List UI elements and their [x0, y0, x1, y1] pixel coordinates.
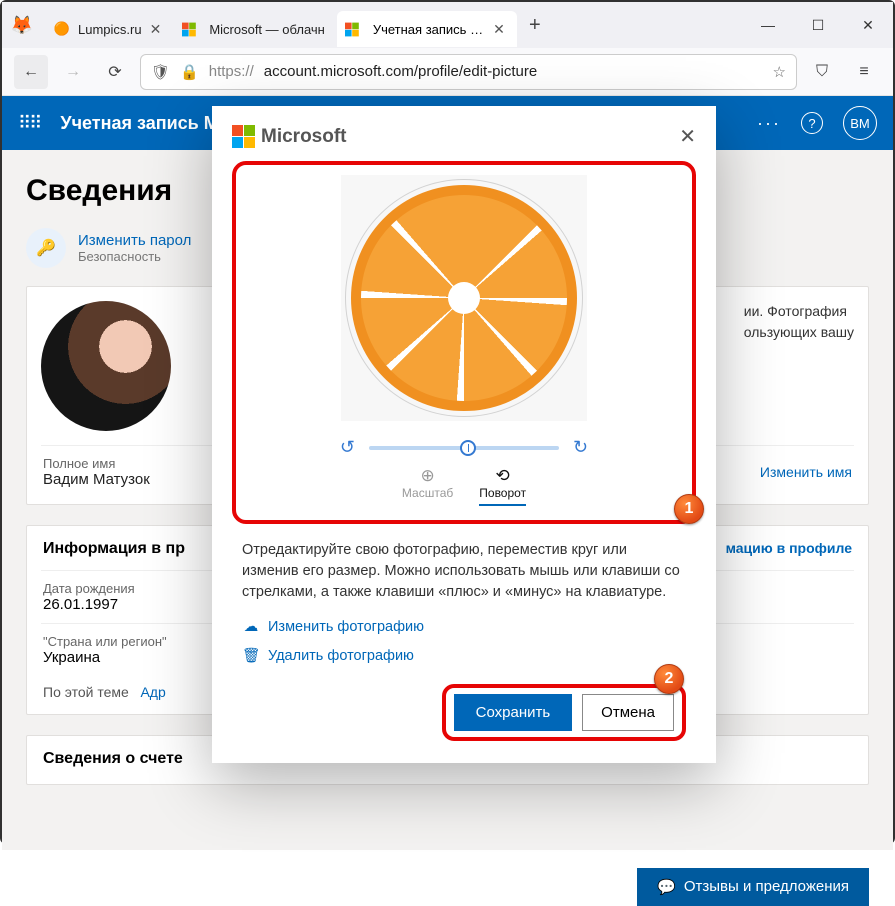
change-password-link[interactable]: Изменить парол [78, 232, 191, 249]
feedback-button[interactable]: 💬 Отзывы и предложения [637, 868, 869, 906]
url-scheme: https:// [209, 63, 254, 80]
callout-marker-1: 1 [674, 494, 704, 524]
window-titlebar: 🦊 🟠 Lumpics.ru ✕ Microsoft — облачн Учет… [2, 2, 893, 48]
favicon-ms [185, 21, 201, 37]
help-icon[interactable]: ? [801, 112, 823, 134]
feedback-label: Отзывы и предложения [684, 878, 849, 896]
close-icon[interactable]: ✕ [150, 21, 162, 38]
crop-circle-handle[interactable] [345, 179, 583, 417]
shield-icon[interactable]: 🛡 [151, 63, 170, 81]
tab-zoom[interactable]: ⊕ Масштаб [402, 466, 453, 500]
forward-button: → [56, 55, 90, 89]
photo-hint: ользующих вашу [744, 322, 854, 343]
tab-account[interactable]: Учетная запись Май ✕ [337, 11, 517, 47]
account-avatar[interactable]: ВМ [843, 106, 877, 140]
app-launcher-icon[interactable]: ⠿⠿ [18, 113, 40, 134]
tab-label: Lumpics.ru [78, 22, 142, 37]
address-bar[interactable]: 🛡 🔒 https:// account.microsoft.com/profil… [140, 54, 797, 90]
firefox-menu-button[interactable]: 🦊 [2, 15, 42, 36]
full-name-value: Вадим Матузок [43, 471, 150, 488]
section-title: Информация в пр [43, 540, 185, 558]
rotate-left-icon[interactable]: ↺ [340, 437, 355, 458]
related-link[interactable]: Адр [140, 684, 165, 700]
zoom-icon: ⊕ [402, 466, 453, 486]
back-button[interactable]: ← [14, 55, 48, 89]
change-photo-link[interactable]: ☁ Изменить фотографию [212, 613, 716, 641]
overflow-menu[interactable]: ··· [757, 113, 781, 134]
trash-icon: 🗑 [242, 647, 260, 664]
app-menu-button[interactable]: ≡ [847, 55, 881, 89]
favicon-lumpics: 🟠 [54, 21, 70, 37]
microsoft-logo-icon [232, 125, 255, 148]
pocket-icon[interactable]: ⛉ [805, 55, 839, 89]
profile-photo[interactable] [41, 301, 171, 431]
change-photo-label: Изменить фотографию [268, 619, 424, 635]
key-icon: 🔑 [26, 228, 66, 268]
instructions-text: Отредактируйте свою фотографию, перемест… [212, 534, 716, 613]
close-icon[interactable]: ✕ [493, 21, 505, 38]
tab-rotate-label: Поворот [479, 486, 526, 500]
edit-profile-link[interactable]: мацию в профиле [726, 540, 852, 558]
section-title: Сведения о счете [43, 750, 183, 768]
cloud-upload-icon: ☁ [242, 619, 260, 635]
edit-name-link[interactable]: Изменить имя [760, 464, 852, 480]
bookmark-icon[interactable]: ☆ [773, 63, 786, 81]
chat-icon: 💬 [657, 878, 676, 896]
toolbar: ← → ⟳ 🛡 🔒 https:// account.microsoft.com/… [2, 48, 893, 96]
delete-photo-link[interactable]: 🗑 Удалить фотографию [212, 641, 716, 670]
photo-hint: ии. Фотография [744, 301, 854, 322]
annotation-box-1: ↺ ↻ ⊕ Масштаб ⟲ Поворот 1 [232, 161, 696, 524]
tab-microsoft-cloud[interactable]: Microsoft — облачн [173, 11, 337, 47]
rotate-right-icon[interactable]: ↻ [573, 437, 588, 458]
related-label: По этой теме [43, 684, 129, 700]
cancel-button[interactable]: Отмена [582, 694, 674, 731]
microsoft-brand: Microsoft [261, 126, 347, 148]
reload-button[interactable]: ⟳ [98, 55, 132, 89]
close-window-button[interactable]: ✕ [843, 17, 893, 34]
tab-zoom-label: Масштаб [402, 486, 453, 500]
save-button[interactable]: Сохранить [454, 694, 573, 731]
security-caption: Безопасность [78, 249, 191, 264]
close-dialog-button[interactable]: ✕ [679, 124, 696, 149]
header-title: Учетная запись М [60, 113, 218, 134]
delete-photo-label: Удалить фотографию [268, 648, 414, 664]
rotate-icon: ⟲ [479, 466, 526, 486]
photo-crop-area[interactable] [341, 175, 587, 421]
tab-rotate[interactable]: ⟲ Поворот [479, 466, 526, 506]
tab-lumpics[interactable]: 🟠 Lumpics.ru ✕ [42, 11, 173, 47]
tab-label: Учетная запись Май [373, 22, 485, 37]
url-text: account.microsoft.com/profile/edit-pictu… [264, 63, 537, 80]
full-name-label: Полное имя [43, 456, 150, 471]
edit-photo-dialog: Microsoft ✕ ↺ ↻ ⊕ Масштаб ⟲ Поворот 1 От… [212, 106, 716, 763]
slider-thumb[interactable] [460, 440, 476, 456]
callout-marker-2: 2 [654, 664, 684, 694]
lock-icon[interactable]: 🔒 [180, 63, 199, 81]
new-tab-button[interactable]: + [517, 14, 553, 37]
minimize-button[interactable]: — [743, 17, 793, 34]
favicon-ms [349, 21, 365, 37]
tab-label: Microsoft — облачн [209, 22, 325, 37]
annotation-box-2: 2 Сохранить Отмена [442, 684, 686, 741]
maximize-button[interactable]: ☐ [793, 17, 843, 34]
rotate-slider[interactable] [369, 446, 559, 450]
